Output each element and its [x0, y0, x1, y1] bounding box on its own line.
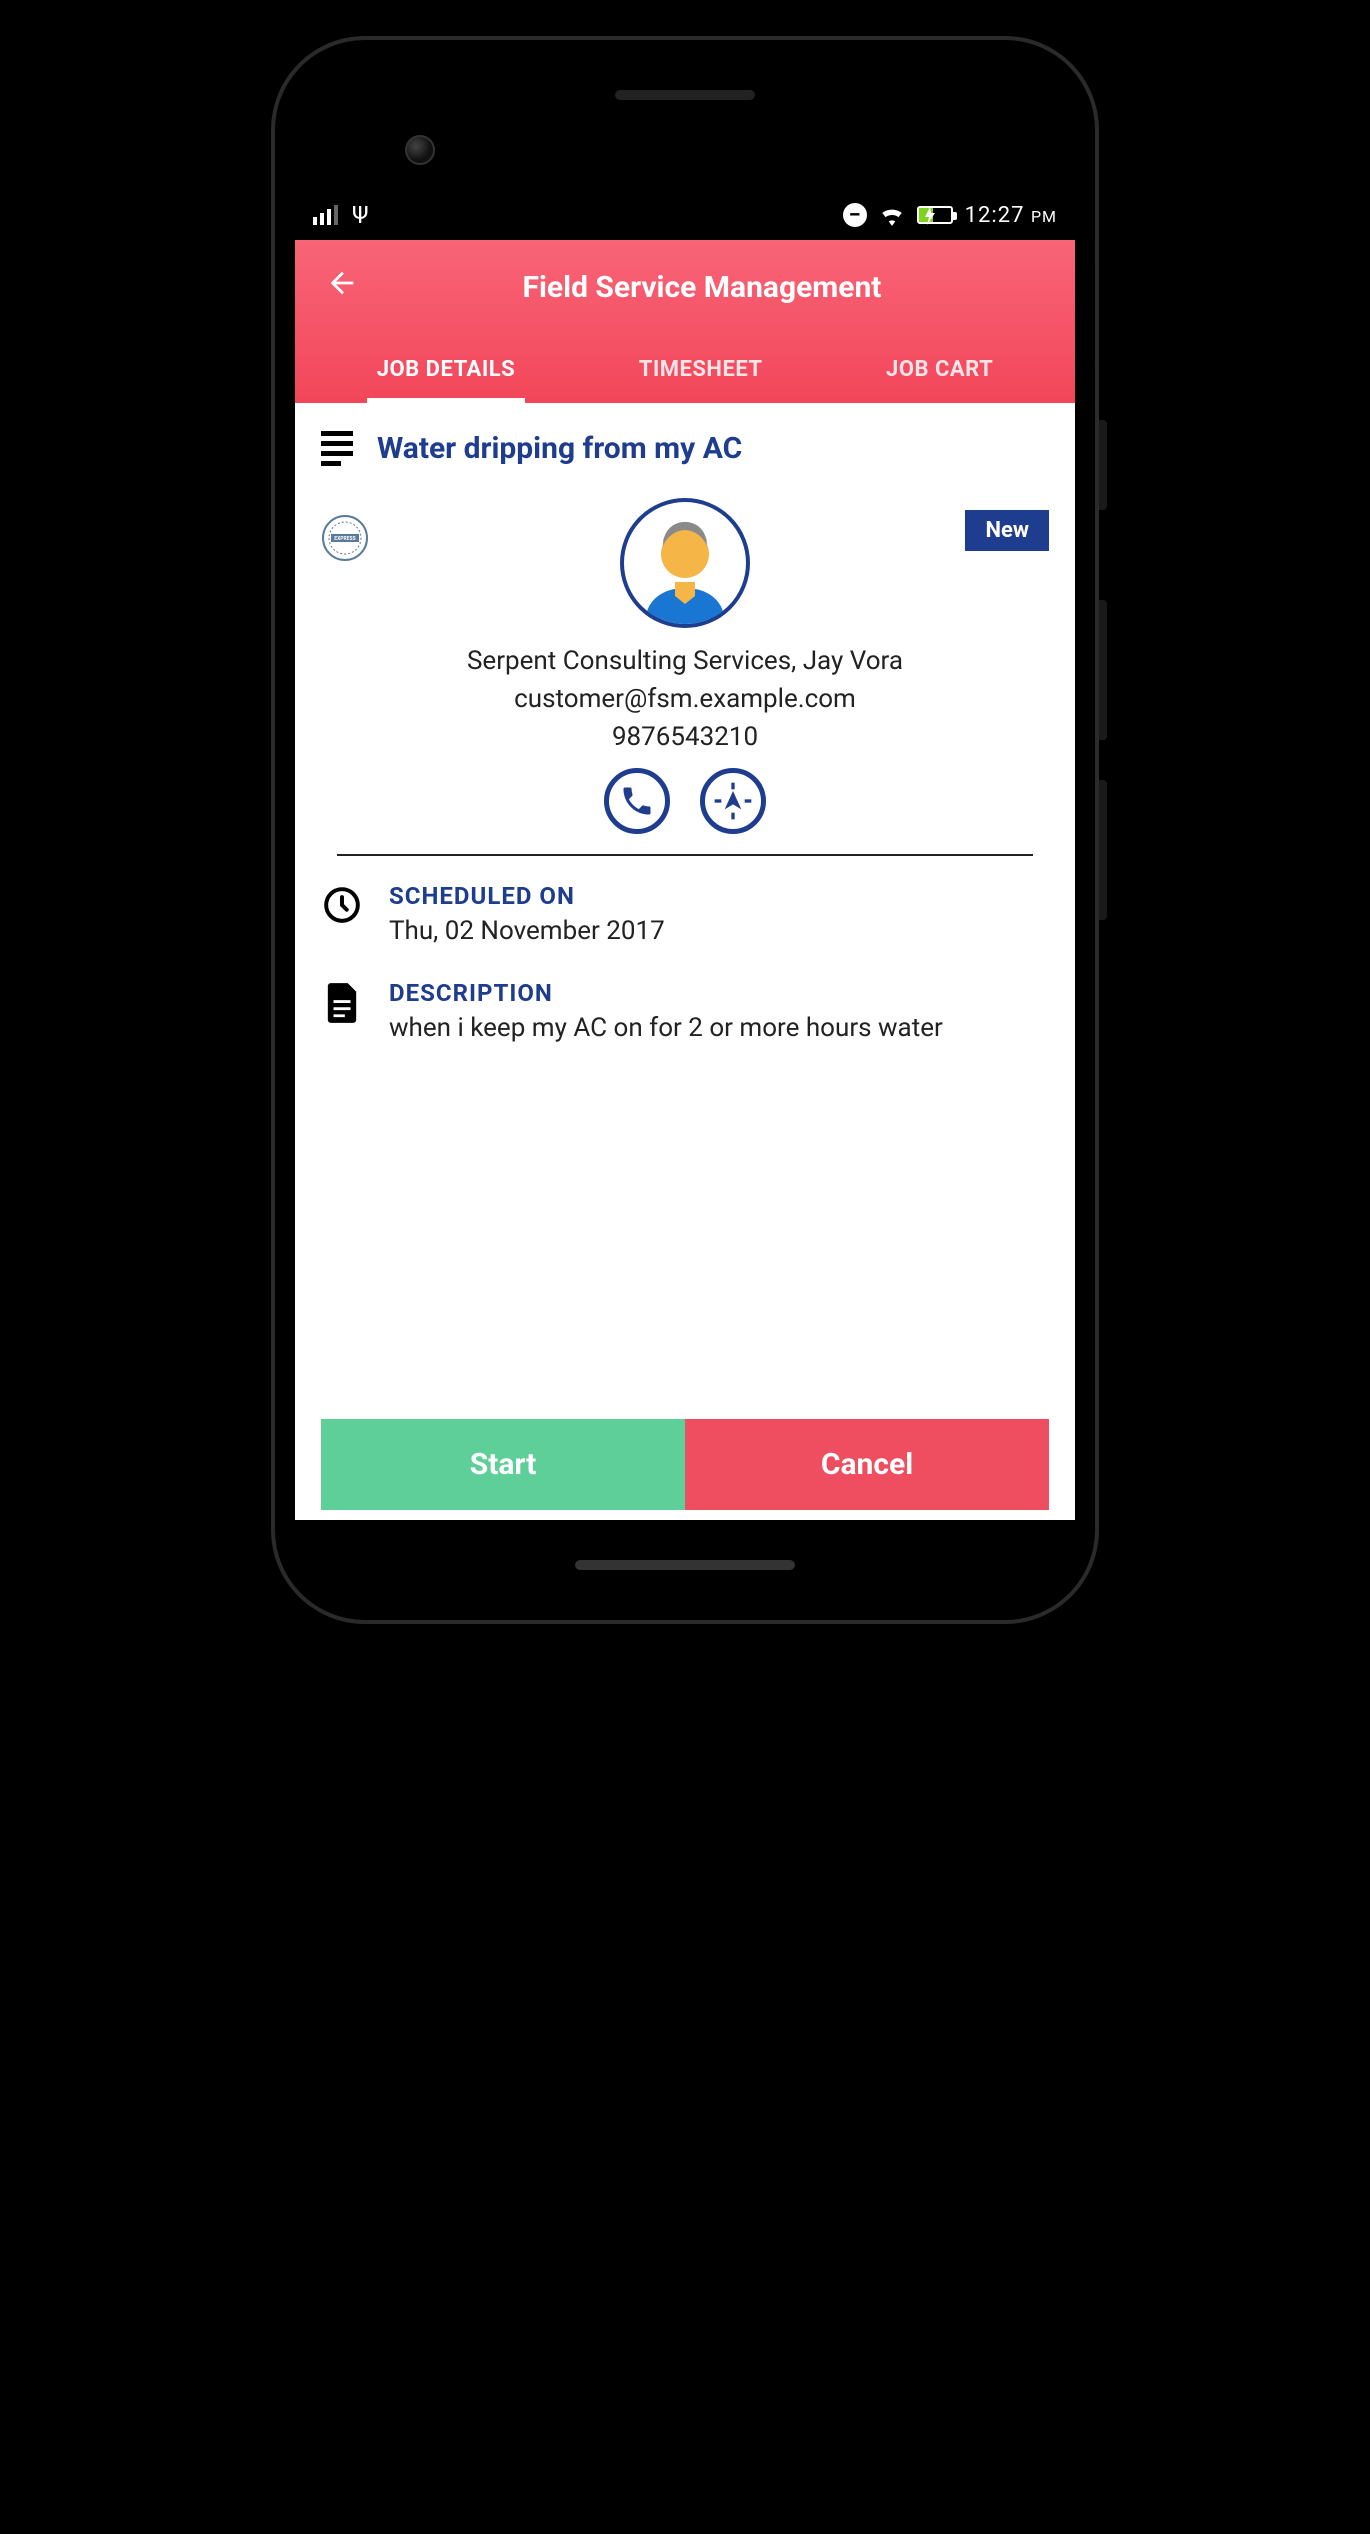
status-left: Ψ — [313, 201, 369, 229]
phone-side-button — [1099, 780, 1107, 920]
screen: Ψ − 12:27 PM — [295, 190, 1075, 1520]
customer-email: customer@fsm.example.com — [321, 684, 1049, 714]
svg-text:EXPRESS: EXPRESS — [334, 536, 355, 542]
customer-phone: 9876543210 — [321, 722, 1049, 752]
status-time: 12:27 PM — [965, 203, 1057, 228]
phone-side-button — [1099, 600, 1107, 740]
customer-block: EXPRESS New Serpent Consulting — [321, 490, 1049, 854]
battery-icon — [917, 206, 953, 224]
phone-inner: Ψ − 12:27 PM — [295, 60, 1075, 1600]
page-title: Field Service Management — [399, 270, 1055, 305]
call-button[interactable] — [604, 768, 670, 834]
scheduled-label: SCHEDULED ON — [389, 882, 665, 910]
status-right: − 12:27 PM — [843, 203, 1057, 228]
wifi-icon — [879, 204, 905, 226]
description-row: DESCRIPTION when i keep my AC on for 2 o… — [321, 979, 1049, 1046]
document-icon — [321, 979, 363, 1023]
app-header: Field Service Management JOB DETAILS TIM… — [295, 240, 1075, 403]
start-button[interactable]: Start — [321, 1419, 685, 1510]
phone-speaker-top — [615, 90, 755, 100]
usb-icon: Ψ — [352, 201, 369, 229]
phone-side-button — [1099, 420, 1107, 510]
signal-icon — [313, 205, 338, 225]
navigate-button[interactable] — [700, 768, 766, 834]
back-button[interactable] — [315, 262, 369, 313]
phone-camera — [405, 135, 435, 165]
status-badge: New — [965, 510, 1049, 551]
description-value: when i keep my AC on for 2 or more hours… — [389, 1011, 943, 1046]
phone-speaker-bottom — [575, 1560, 795, 1570]
footer-buttons: Start Cancel — [321, 1419, 1049, 1510]
phone-frame: Ψ − 12:27 PM — [275, 40, 1095, 1620]
tab-job-cart[interactable]: JOB CART — [876, 343, 1003, 403]
tab-timesheet[interactable]: TIMESHEET — [629, 343, 773, 403]
scheduled-row: SCHEDULED ON Thu, 02 November 2017 — [321, 882, 1049, 949]
dnd-icon: − — [843, 203, 867, 227]
scheduled-value: Thu, 02 November 2017 — [389, 914, 665, 949]
divider — [337, 854, 1033, 856]
status-bar: Ψ − 12:27 PM — [295, 190, 1075, 240]
avatar — [620, 498, 750, 628]
express-badge-icon: EXPRESS — [321, 514, 369, 562]
customer-name: Serpent Consulting Services, Jay Vora — [321, 646, 1049, 676]
cancel-button[interactable]: Cancel — [685, 1419, 1049, 1510]
tab-job-details[interactable]: JOB DETAILS — [367, 343, 526, 403]
job-title: Water dripping from my AC — [377, 431, 742, 466]
clock-icon — [321, 882, 363, 924]
content: Water dripping from my AC EXPRESS New — [295, 403, 1075, 1520]
menu-icon[interactable] — [321, 431, 353, 466]
description-label: DESCRIPTION — [389, 979, 943, 1007]
tabs: JOB DETAILS TIMESHEET JOB CART — [315, 343, 1055, 403]
